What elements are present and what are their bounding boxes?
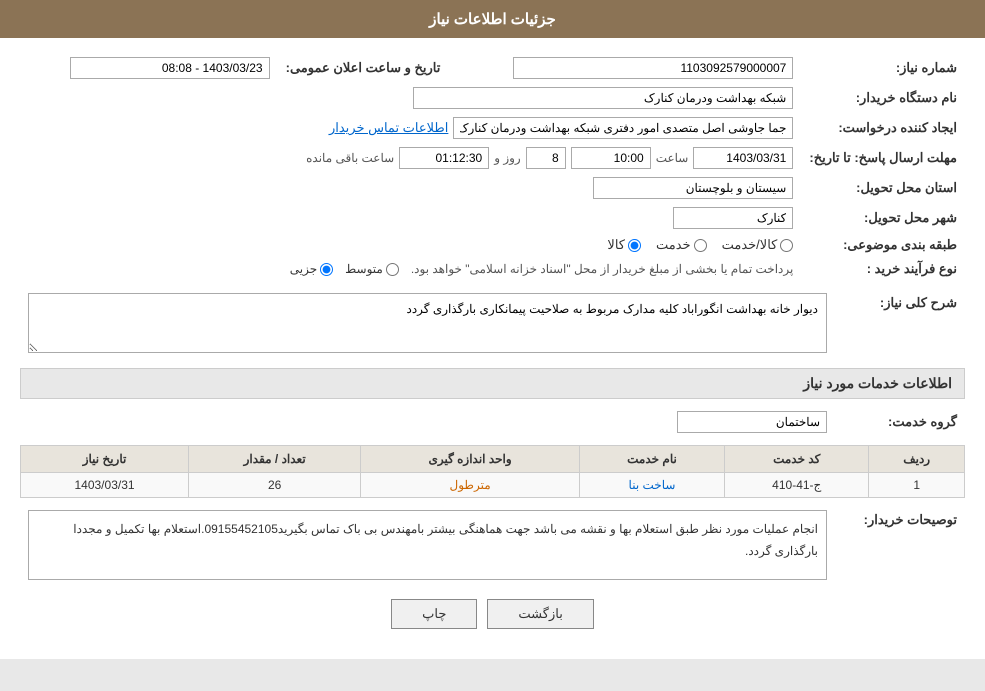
print-button[interactable]: چاپ: [391, 599, 477, 629]
cell-date: 1403/03/31: [21, 473, 189, 498]
creator-input[interactable]: [453, 117, 793, 139]
cell-service-name[interactable]: ساخت بنا: [579, 473, 724, 498]
city-label: شهر محل تحویل:: [801, 203, 965, 233]
deadline-label: مهلت ارسال پاسخ: تا تاریخ:: [801, 143, 965, 173]
creator-label: ایجاد کننده درخواست:: [801, 113, 965, 143]
category-kala-option[interactable]: کالا: [607, 237, 641, 253]
services-section-title: اطلاعات خدمات مورد نیاز: [20, 368, 965, 399]
buyer-desc-label: توصیحات خریدار:: [835, 506, 965, 584]
city-input[interactable]: [673, 207, 793, 229]
button-area: بازگشت چاپ: [20, 599, 965, 629]
category-kala-khedmat-label: کالا/خدمت: [722, 237, 778, 253]
col-service-name: نام خدمت: [579, 446, 724, 473]
need-desc-label: شرح کلی نیاز:: [835, 289, 965, 360]
process-desc: پرداخت تمام یا بخشی از مبلغ خریدار از مح…: [411, 262, 794, 276]
back-button[interactable]: بازگشت: [487, 599, 593, 629]
cell-count: 26: [189, 473, 361, 498]
page-header: جزئیات اطلاعات نیاز: [0, 0, 985, 38]
announce-input[interactable]: [70, 57, 270, 79]
cell-service-code: ج-41-410: [725, 473, 869, 498]
category-khedmat-option[interactable]: خدمت: [656, 237, 707, 253]
contact-link[interactable]: اطلاعات تماس خریدار: [329, 120, 448, 136]
category-kala-khedmat-option[interactable]: کالا/خدمت: [722, 237, 794, 253]
category-khedmat-label: خدمت: [656, 237, 691, 253]
cell-row-num: 1: [869, 473, 965, 498]
process-jezyi-option[interactable]: جزیی: [290, 262, 333, 276]
province-label: استان محل تحویل:: [801, 173, 965, 203]
need-number-input[interactable]: [513, 57, 793, 79]
process-motavasset-label: متوسط: [345, 262, 383, 276]
deadline-days-label: روز و: [494, 151, 521, 165]
deadline-time-label: ساعت: [656, 151, 689, 165]
process-jezyi-label: جزیی: [290, 262, 317, 276]
deadline-days-input[interactable]: [526, 147, 566, 169]
deadline-time-input[interactable]: [571, 147, 651, 169]
buyer-org-input[interactable]: [413, 87, 793, 109]
page-title: جزئیات اطلاعات نیاز: [429, 11, 556, 28]
buyer-org-label: نام دستگاه خریدار:: [801, 83, 965, 113]
announce-label: تاریخ و ساعت اعلان عمومی:: [278, 53, 449, 83]
buyer-desc-box: انجام عملیات مورد نظر طبق استعلام بها و …: [28, 510, 827, 580]
col-need-date: تاریخ نیاز: [21, 446, 189, 473]
deadline-remain-input[interactable]: [399, 147, 489, 169]
service-group-label: گروه خدمت:: [835, 407, 965, 437]
service-group-input[interactable]: [677, 411, 827, 433]
col-count-amount: تعداد / مقدار: [189, 446, 361, 473]
cell-unit: مترطول: [361, 473, 580, 498]
need-desc-textarea[interactable]: [28, 293, 827, 353]
process-motavasset-option[interactable]: متوسط: [345, 262, 399, 276]
col-unit-measure: واحد اندازه گیری: [361, 446, 580, 473]
deadline-date-input[interactable]: [693, 147, 793, 169]
need-number-label: شماره نیاز:: [801, 53, 965, 83]
table-row: 1 ج-41-410 ساخت بنا مترطول 26 1403/03/31: [21, 473, 965, 498]
col-row-num: ردیف: [869, 446, 965, 473]
category-kala-label: کالا: [607, 237, 625, 253]
deadline-remain-label: ساعت باقی مانده: [306, 151, 394, 165]
col-service-code: کد خدمت: [725, 446, 869, 473]
province-input[interactable]: [593, 177, 793, 199]
category-label: طبقه بندی موضوعی:: [801, 233, 965, 257]
process-label: نوع فرآیند خرید :: [801, 257, 965, 281]
